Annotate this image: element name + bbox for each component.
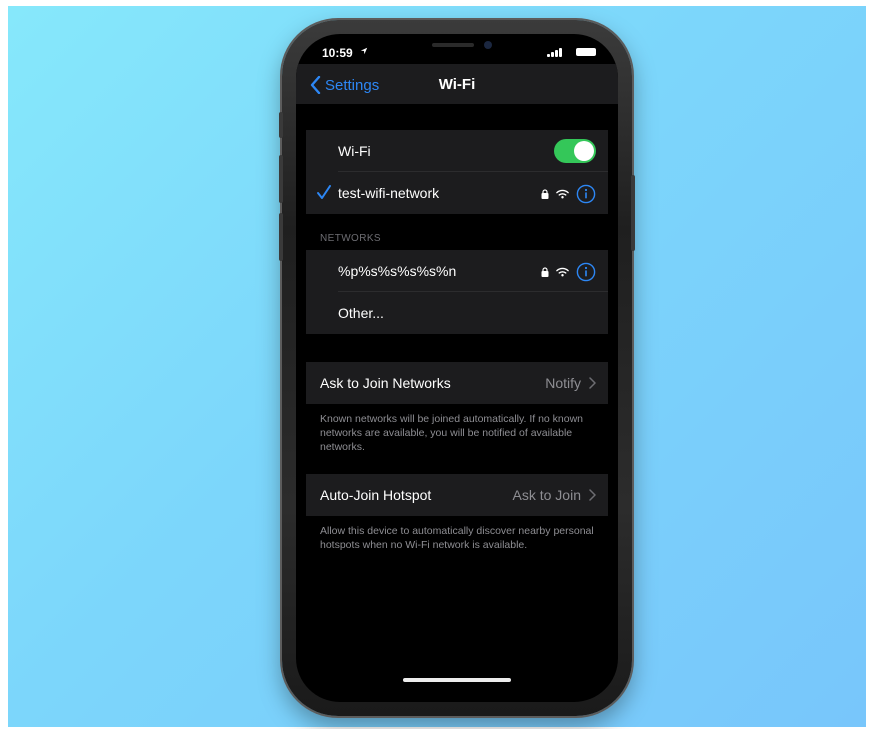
chevron-right-icon [589,489,596,501]
battery-icon [576,48,596,56]
iphone-device: 10:59 Settings Wi-Fi Wi-Fi test-wifi-net… [279,20,635,716]
ask-to-join-value: Notify [545,375,581,391]
networks-group: %p%s%s%s%s%n Other... [306,250,608,334]
auto-join-value-container: Ask to Join [513,487,596,503]
auto-join-footer: Allow this device to automatically disco… [320,525,594,551]
auto-join-value: Ask to Join [512,487,581,503]
mute-switch [279,112,283,138]
status-time: 10:59 [322,46,353,60]
wifi-toggle-row: Wi-Fi [306,130,608,172]
networks-section-header: NETWORKS [320,233,381,244]
network-name: %p%s%s%s%s%n [338,263,457,279]
info-icon[interactable] [576,262,596,282]
signal-strength-icon [547,47,562,57]
wifi-group: Wi-Fi test-wifi-network [306,130,608,214]
wifi-icon [556,267,569,277]
lock-icon [541,189,549,199]
other-network-label: Other... [338,305,384,321]
checkmark-icon [317,185,331,199]
lock-icon [541,267,549,277]
connected-network-name: test-wifi-network [338,185,440,201]
auto-join-group: Auto-Join Hotspot Ask to Join [306,474,608,516]
connected-network-row[interactable]: test-wifi-network [306,172,608,214]
speaker-grille [432,43,474,47]
notch [374,34,540,64]
power-button [631,175,635,251]
settings-content: Wi-Fi test-wifi-network NETWORKS %p%s%s%… [306,104,608,552]
wifi-icon [556,189,569,199]
wifi-label: Wi-Fi [338,143,371,159]
ask-to-join-group: Ask to Join Networks Notify [306,362,608,404]
front-camera [484,41,492,49]
navigation-bar: Settings Wi-Fi [296,64,618,104]
chevron-right-icon [589,377,596,389]
toggle-knob [574,141,594,161]
other-network-row[interactable]: Other... [306,292,608,334]
volume-up-button [279,155,283,203]
network-status-icons [541,184,596,204]
network-row[interactable]: %p%s%s%s%s%n [306,250,608,292]
network-status-icons [541,262,596,282]
wifi-toggle[interactable] [554,139,596,163]
phone-screen: 10:59 Settings Wi-Fi Wi-Fi test-wifi-net… [296,34,618,702]
auto-join-hotspot-row[interactable]: Auto-Join Hotspot Ask to Join [306,474,608,516]
ask-to-join-value-container: Notify [545,375,596,391]
info-icon[interactable] [576,184,596,204]
home-indicator[interactable] [403,678,511,682]
volume-down-button [279,213,283,261]
auto-join-label: Auto-Join Hotspot [320,487,432,503]
page-title: Wi-Fi [438,76,476,93]
ask-to-join-row[interactable]: Ask to Join Networks Notify [306,362,608,404]
location-arrow-icon [360,47,368,55]
ask-to-join-label: Ask to Join Networks [320,375,451,391]
ask-to-join-footer: Known networks will be joined automatica… [320,413,584,453]
